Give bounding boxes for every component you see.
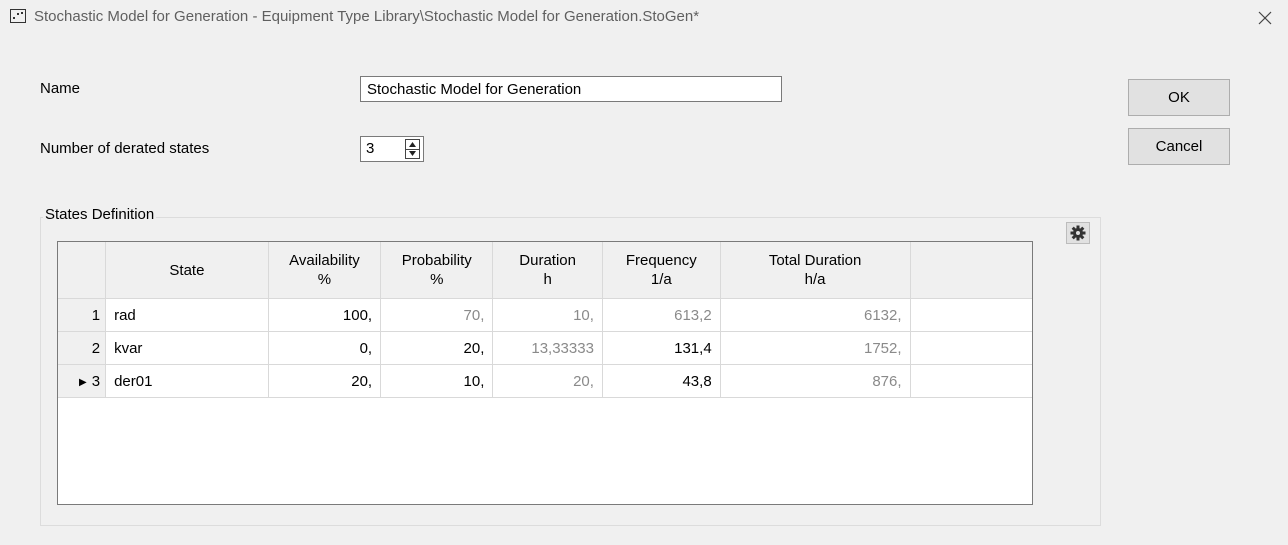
- total-duration-cell[interactable]: 6132,: [720, 298, 911, 332]
- title-bar: Stochastic Model for Generation - Equipm…: [0, 0, 1288, 36]
- row-number-header: [58, 242, 107, 299]
- window-title: Stochastic Model for Generation - Equipm…: [34, 8, 700, 25]
- table-row[interactable]: 1 rad 100, 70, 10, 613,2 6132,: [58, 298, 1032, 332]
- filler-cell: [910, 298, 1032, 332]
- total-duration-cell[interactable]: 1752,: [720, 331, 911, 365]
- cancel-button[interactable]: Cancel: [1128, 128, 1230, 165]
- probability-cell[interactable]: 20,: [380, 331, 494, 365]
- state-cell[interactable]: rad: [105, 298, 269, 332]
- frequency-cell[interactable]: 131,4: [602, 331, 721, 365]
- table-row[interactable]: ▶ 3 der01 20, 10, 20, 43,8 876,: [58, 364, 1032, 398]
- spin-down-button[interactable]: [406, 149, 419, 158]
- column-header-frequency[interactable]: Frequency 1/a: [602, 242, 721, 299]
- probability-cell[interactable]: 70,: [380, 298, 494, 332]
- triangle-down-icon: [409, 151, 416, 156]
- frequency-cell[interactable]: 613,2: [602, 298, 721, 332]
- gear-icon: [1070, 225, 1086, 241]
- close-icon: [1258, 11, 1272, 25]
- name-label: Name: [40, 80, 81, 97]
- states-table[interactable]: State Availability% Probability% Duratio…: [57, 241, 1033, 505]
- row-number[interactable]: 1: [58, 298, 107, 332]
- name-input[interactable]: [360, 76, 782, 102]
- table-header-row: State Availability% Probability% Duratio…: [58, 242, 1032, 299]
- derated-states-spinner[interactable]: 3: [360, 136, 424, 162]
- availability-cell[interactable]: 20,: [268, 364, 382, 398]
- frequency-cell[interactable]: 43,8: [602, 364, 721, 398]
- availability-cell[interactable]: 0,: [268, 331, 382, 365]
- states-definition-label: States Definition: [43, 206, 157, 223]
- column-header-filler: [910, 242, 1032, 299]
- settings-button[interactable]: [1066, 222, 1090, 244]
- duration-cell[interactable]: 10,: [492, 298, 603, 332]
- triangle-up-icon: [409, 142, 416, 147]
- filler-cell: [910, 364, 1032, 398]
- duration-cell[interactable]: 13,33333: [492, 331, 603, 365]
- duration-cell[interactable]: 20,: [492, 364, 603, 398]
- ok-button[interactable]: OK: [1128, 79, 1230, 116]
- column-header-probability[interactable]: Probability%: [380, 242, 494, 299]
- probability-cell[interactable]: 10,: [380, 364, 494, 398]
- spinner-buttons: [405, 139, 420, 159]
- close-button[interactable]: [1242, 0, 1288, 36]
- dialog-icon: [10, 9, 26, 23]
- derated-states-label: Number of derated states: [40, 140, 210, 157]
- column-header-state[interactable]: State: [105, 242, 269, 299]
- state-cell[interactable]: der01: [105, 364, 269, 398]
- row-number[interactable]: 2: [58, 331, 107, 365]
- total-duration-cell[interactable]: 876,: [720, 364, 911, 398]
- row-number-current[interactable]: ▶ 3: [58, 364, 107, 398]
- triangle-right-icon: ▶: [79, 376, 87, 388]
- state-cell[interactable]: kvar: [105, 331, 269, 365]
- derated-states-value[interactable]: 3: [366, 140, 374, 157]
- column-header-duration[interactable]: Duration h: [492, 242, 603, 299]
- availability-cell[interactable]: 100,: [268, 298, 382, 332]
- table-row[interactable]: 2 kvar 0, 20, 13,33333 131,4 1752,: [58, 331, 1032, 365]
- column-header-total-duration[interactable]: Total Duration h/a: [720, 242, 911, 299]
- filler-cell: [910, 331, 1032, 365]
- column-header-availability[interactable]: Availability%: [268, 242, 382, 299]
